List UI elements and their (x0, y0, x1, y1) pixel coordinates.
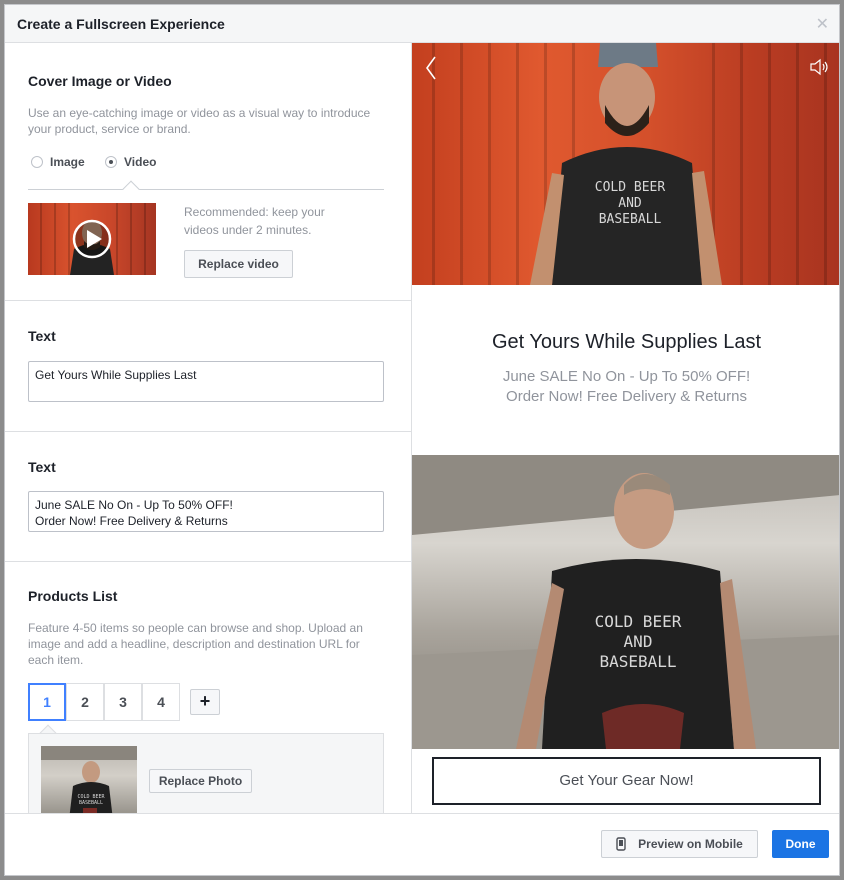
headline-textarea[interactable]: Get Yours While Supplies Last (28, 361, 384, 402)
add-product-button[interactable]: + (190, 689, 220, 715)
products-description: Feature 4-50 items so people can browse … (28, 621, 363, 667)
radio-video-label: Video (124, 155, 157, 169)
product-editor-box: COLD BEER BASEBALL Replace Photo (28, 733, 384, 813)
dialog-title: Create a Fullscreen Experience (17, 16, 225, 32)
close-icon[interactable]: ✕ (816, 14, 829, 34)
radio-video[interactable]: Video (105, 155, 156, 169)
editor-panel[interactable]: Cover Image or Video Use an eye-catching… (5, 43, 412, 813)
product-tab-2[interactable]: 2 (66, 683, 104, 721)
preview-product-photo[interactable]: COLD BEER AND BASEBALL (412, 455, 839, 749)
text-section-description: Text June SALE No On - Up To 50% OFF! Or… (5, 432, 411, 562)
products-heading: Products List (28, 588, 118, 604)
preview-text-block: Get Yours While Supplies Last June SALE … (412, 285, 839, 455)
hero-shirt-line-2: AND (618, 196, 642, 211)
description-textarea[interactable]: June SALE No On - Up To 50% OFF! Order N… (28, 491, 384, 532)
cover-section: Cover Image or Video Use an eye-catching… (5, 43, 411, 301)
replace-video-button[interactable]: Replace video (184, 250, 293, 278)
preview-cta-button[interactable]: Get Your Gear Now! (432, 757, 821, 805)
replace-photo-button[interactable]: Replace Photo (149, 769, 252, 793)
preview-panel[interactable]: COLD BEER AND BASEBALL Get Yours While S… (412, 43, 839, 813)
video-thumbnail[interactable] (28, 203, 156, 275)
preview-on-mobile-label: Preview on Mobile (638, 837, 743, 851)
dialog-header: Create a Fullscreen Experience ✕ (5, 5, 839, 43)
preview-subtext: June SALE No On - Up To 50% OFF! Order N… (502, 368, 751, 405)
cover-video-figure: COLD BEER AND BASEBALL (530, 43, 722, 285)
speaker-icon[interactable] (809, 58, 831, 76)
cover-divider (28, 189, 384, 190)
product-tabs: 1 2 3 4 (28, 683, 180, 721)
radio-image-label: Image (50, 155, 85, 169)
product-photo-scene: COLD BEER AND BASEBALL (412, 455, 839, 749)
chevron-left-icon[interactable] (424, 55, 438, 81)
preview-headline: Get Yours While Supplies Last (491, 331, 762, 353)
hero-shirt-line-1: COLD BEER (595, 180, 666, 195)
cover-heading: Cover Image or Video (28, 73, 172, 89)
product-shirt-line-2: BASEBALL (79, 800, 103, 806)
done-button[interactable]: Done (772, 830, 829, 858)
product-tab-3[interactable]: 3 (104, 683, 142, 721)
text1-heading: Text (28, 328, 56, 344)
product-photo[interactable]: COLD BEER BASEBALL (41, 746, 137, 813)
video-caret (122, 180, 140, 198)
radio-image[interactable]: Image (31, 155, 85, 169)
cover-description: Use an eye-catching image or video as a … (28, 106, 371, 136)
photo-shirt-line-1: COLD BEER (595, 612, 682, 631)
photo-shirt-line-3: BASEBALL (599, 652, 676, 671)
text-section-headline: Text Get Yours While Supplies Last (5, 301, 411, 432)
preview-on-mobile-button[interactable]: Preview on Mobile (601, 830, 758, 858)
preview-cover-video[interactable]: COLD BEER AND BASEBALL (412, 43, 839, 285)
radio-image-dot[interactable] (31, 156, 43, 168)
hero-shirt-line-3: BASEBALL (599, 212, 662, 227)
video-recommendation: Recommended: keep your videos under 2 mi… (184, 205, 325, 237)
play-icon[interactable] (71, 218, 113, 260)
radio-video-dot[interactable] (105, 156, 117, 168)
fullscreen-experience-dialog: Create a Fullscreen Experience ✕ Cover I… (4, 4, 840, 876)
dialog-footer: Preview on Mobile Done (5, 813, 839, 875)
product-tab-1[interactable]: 1 (28, 683, 66, 721)
phone-icon (616, 837, 626, 851)
text2-heading: Text (28, 459, 56, 475)
photo-shirt-line-2: AND (624, 632, 653, 651)
product-photo-figure: COLD BEER BASEBALL (41, 746, 137, 813)
product-tab-4[interactable]: 4 (142, 683, 180, 721)
